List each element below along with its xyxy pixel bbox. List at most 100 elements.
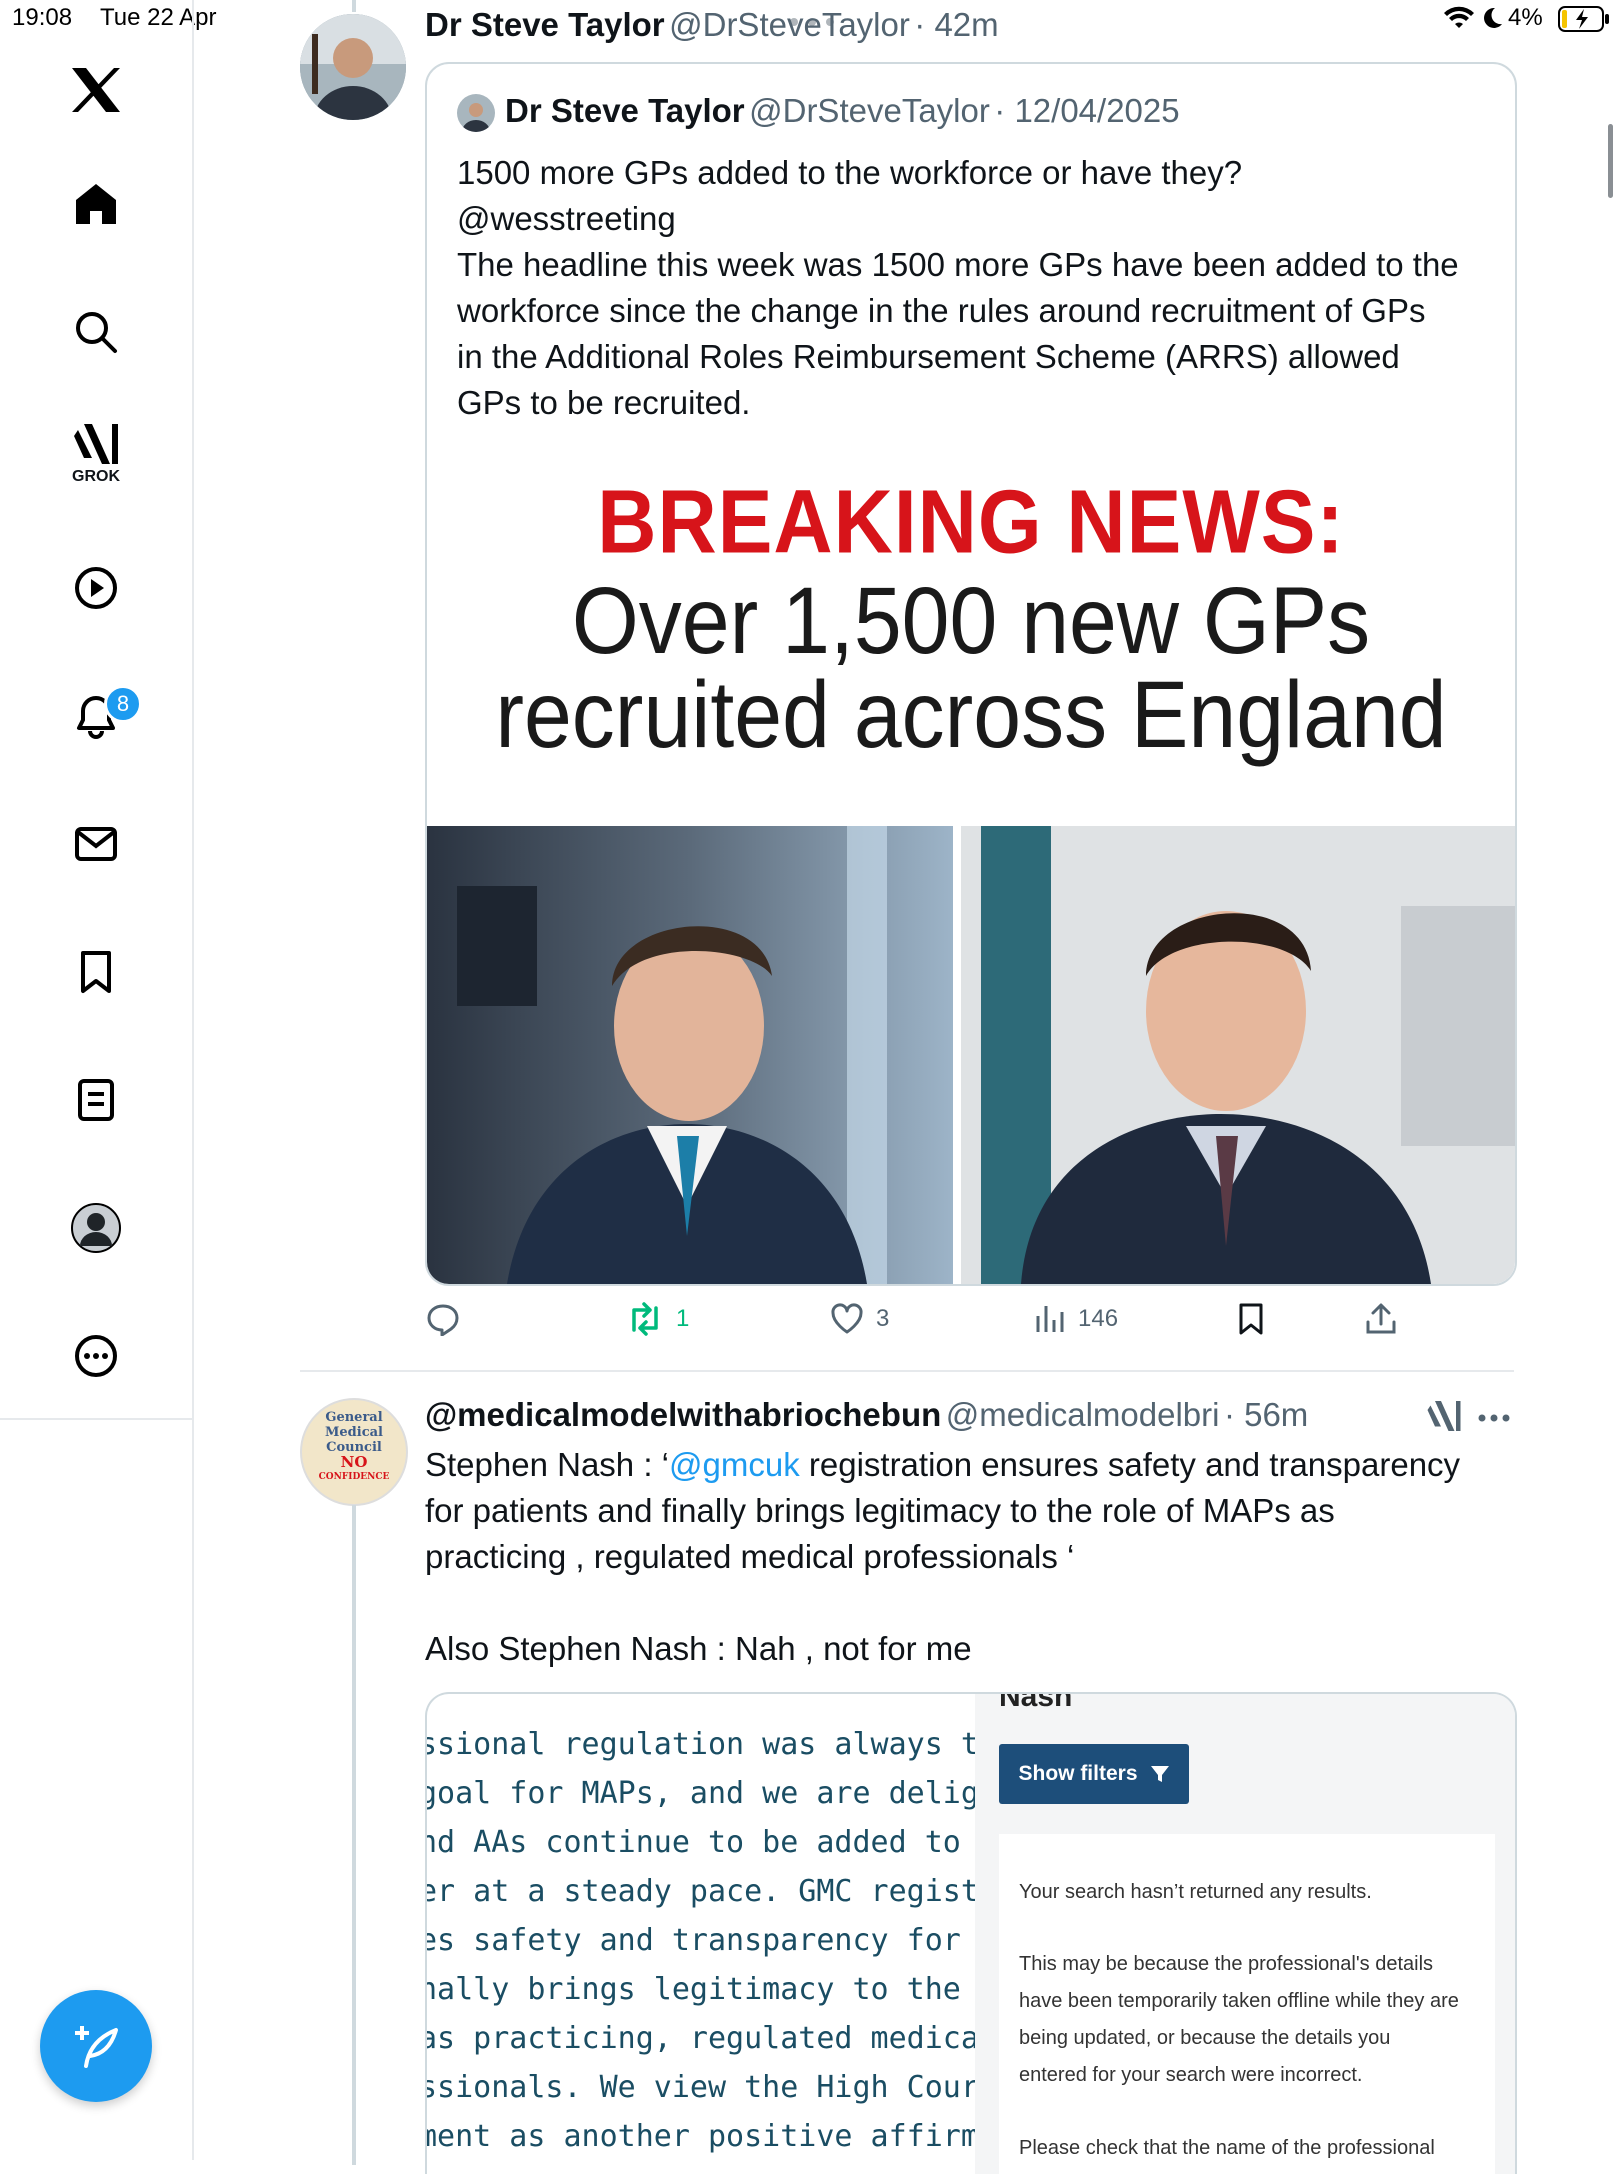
statement-line: as practicing, regulated medical [425, 2021, 979, 2056]
video-play-icon[interactable] [60, 552, 132, 624]
like-button[interactable]: 3 [830, 1302, 889, 1336]
statement-line: ssionals. We view the High Court's [425, 2070, 979, 2105]
sidebar-divider [0, 1418, 192, 1420]
reply-icon [427, 1304, 459, 1336]
quoted-text-line: GPs to be recruited. [457, 384, 751, 421]
quoted-text-line: in the Additional Roles Reimbursement Sc… [457, 338, 1400, 375]
explain-line: entered for your search were incorrect. [1019, 2064, 1363, 2086]
views-chart-icon [1036, 1306, 1064, 1332]
sidebar: GROK 8 [0, 0, 194, 2160]
profile-avatar-icon[interactable] [60, 1192, 132, 1264]
quoted-date: · 12/04/2025 [994, 92, 1180, 129]
grok-icon[interactable]: GROK [60, 418, 132, 490]
tweet2-text-line: Also Stephen Nash : Nah , not for me [425, 1630, 972, 1667]
author2-handle[interactable]: @medicalmodelbri [946, 1396, 1220, 1433]
bookmark-button[interactable] [1236, 1302, 1266, 1341]
statement-line: es safety and transparency for patie [427, 1923, 979, 1958]
bookmark-icon [1239, 1303, 1263, 1335]
post2-time[interactable]: · 56m [1224, 1396, 1308, 1433]
tweet2-text-prefix: Stephen Nash : ‘ [425, 1446, 669, 1483]
post-time[interactable]: · 42m [914, 6, 998, 43]
bookmarks-icon[interactable] [60, 936, 132, 1008]
wifi-icon [1444, 6, 1474, 35]
battery-percent: 4% [1508, 4, 1543, 31]
filter-funnel-icon [1150, 1766, 1169, 1782]
thread-line-top [352, 0, 356, 12]
quoted-author-avatar [457, 94, 495, 132]
share-upload-icon [1366, 1303, 1396, 1334]
statement-line: ment as another positive affirmation [425, 2119, 979, 2154]
no-results-box: Your search hasn’t returned any results.… [999, 1834, 1495, 2174]
quoted-author-name: Dr Steve Taylor [505, 92, 745, 129]
retweet-icon [632, 1302, 658, 1336]
show-filters-button: Show filters [999, 1744, 1189, 1804]
retweet-count: 1 [676, 1305, 690, 1332]
avatar-text: CONFIDENCE [318, 1472, 390, 1482]
quoted-header: Dr Steve Taylor @DrSteveTaylor · 12/04/2… [505, 92, 1180, 130]
avatar-text: General [325, 1410, 383, 1425]
statement-line: er at a steady pace. GMC registratior [427, 1874, 979, 1909]
statement-line: goal for MAPs, and we are delighted [425, 1776, 979, 1811]
presenter-photo [427, 826, 953, 1284]
post-divider [300, 1370, 1514, 1372]
home-icon[interactable] [60, 168, 132, 240]
breaking-line-1: Over 1,500 new GPs [571, 568, 1371, 674]
author2-avatar[interactable]: General Medical Council NO CONFIDENCE [300, 1398, 408, 1506]
scrollbar[interactable] [1608, 124, 1613, 198]
tweet2-text: Stephen Nash : ‘@gmcuk registration ensu… [425, 1442, 1525, 1672]
mention-link[interactable]: @gmcuk [669, 1446, 800, 1483]
author2-name[interactable]: @medicalmodelwithabriochebun [425, 1396, 941, 1433]
battery-icon [1558, 6, 1610, 37]
quoted-text-line: workforce since the change in the rules … [457, 292, 1426, 329]
avatar-text: Medical [325, 1425, 383, 1440]
compose-post-button[interactable] [40, 1990, 152, 2102]
tweet2-header: @medicalmodelwithabriochebun @medicalmod… [425, 1396, 1308, 1434]
quoted-text-line: @wesstreeting [457, 200, 676, 237]
minister-photo [961, 826, 1515, 1284]
grok-label: GROK [72, 468, 120, 485]
notification-badge: 8 [104, 685, 142, 723]
more-options-icon[interactable] [60, 1320, 132, 1392]
explain-line: This may be because the professional's d… [1019, 1953, 1434, 1975]
heart-icon [831, 1303, 863, 1334]
gmc-statement-text: ssional regulation was always the lor go… [425, 1720, 979, 2161]
tweet-header: Dr Steve Taylor @DrSteveTaylor · 42m [425, 6, 999, 44]
post-more-icon[interactable] [1478, 1410, 1510, 1428]
quoted-author-handle: @DrSteveTaylor [749, 92, 990, 129]
tweet2-text-line: practicing , regulated medical professio… [425, 1538, 1075, 1575]
author-avatar[interactable] [300, 14, 406, 120]
like-count: 3 [876, 1305, 890, 1332]
explain-line: being updated, or because the details yo… [1019, 2027, 1391, 2049]
messages-envelope-icon[interactable] [60, 808, 132, 880]
breaking-headline: BREAKING NEWS: [597, 472, 1345, 573]
reply-button[interactable] [426, 1302, 472, 1336]
share-button[interactable] [1364, 1302, 1398, 1341]
breaking-line-2: recruited across England [495, 662, 1447, 768]
check-name-text: Please check that the name of the profes… [1019, 2137, 1435, 2159]
statement-line: ssional regulation was always the lor [425, 1727, 979, 1762]
thread-line [352, 1505, 356, 2165]
lists-icon[interactable] [60, 1064, 132, 1136]
views-button[interactable]: 146 [1034, 1302, 1118, 1336]
search-icon[interactable] [60, 296, 132, 368]
author-name[interactable]: Dr Steve Taylor [425, 6, 665, 43]
avatar-text: NO [340, 1453, 368, 1471]
quoted-text: 1500 more GPs added to the workforce or … [457, 150, 1497, 426]
quoted-image[interactable]: BREAKING NEWS: Over 1,500 new GPs recrui… [427, 446, 1515, 1284]
tweet2-text-rest: registration ensures safety and transpar… [799, 1446, 1461, 1483]
show-filters-label: Show filters [1018, 1762, 1138, 1785]
tweet2-text-line [425, 1580, 1525, 1626]
quoted-text-line: 1500 more GPs added to the workforce or … [457, 154, 1243, 191]
moon-icon [1480, 6, 1504, 35]
retweet-button[interactable]: 1 [626, 1302, 689, 1336]
x-logo-icon[interactable] [60, 54, 132, 126]
quoted-post[interactable]: Dr Steve Taylor @DrSteveTaylor · 12/04/2… [425, 62, 1517, 1286]
tweet2-text-line: for patients and finally brings legitima… [425, 1492, 1335, 1529]
feather-plus-icon [75, 2026, 118, 2068]
author-handle[interactable]: @DrSteveTaylor [669, 6, 910, 43]
statement-line: nd AAs continue to be added to the [425, 1825, 979, 1860]
grok-explain-icon[interactable] [1426, 1398, 1462, 1439]
quoted-text-line: The headline this week was 1500 more GPs… [457, 246, 1459, 283]
statement-line: nally brings legitimacy to the role of [425, 1972, 979, 2007]
post2-image[interactable]: ssional regulation was always the lor go… [425, 1692, 1517, 2174]
